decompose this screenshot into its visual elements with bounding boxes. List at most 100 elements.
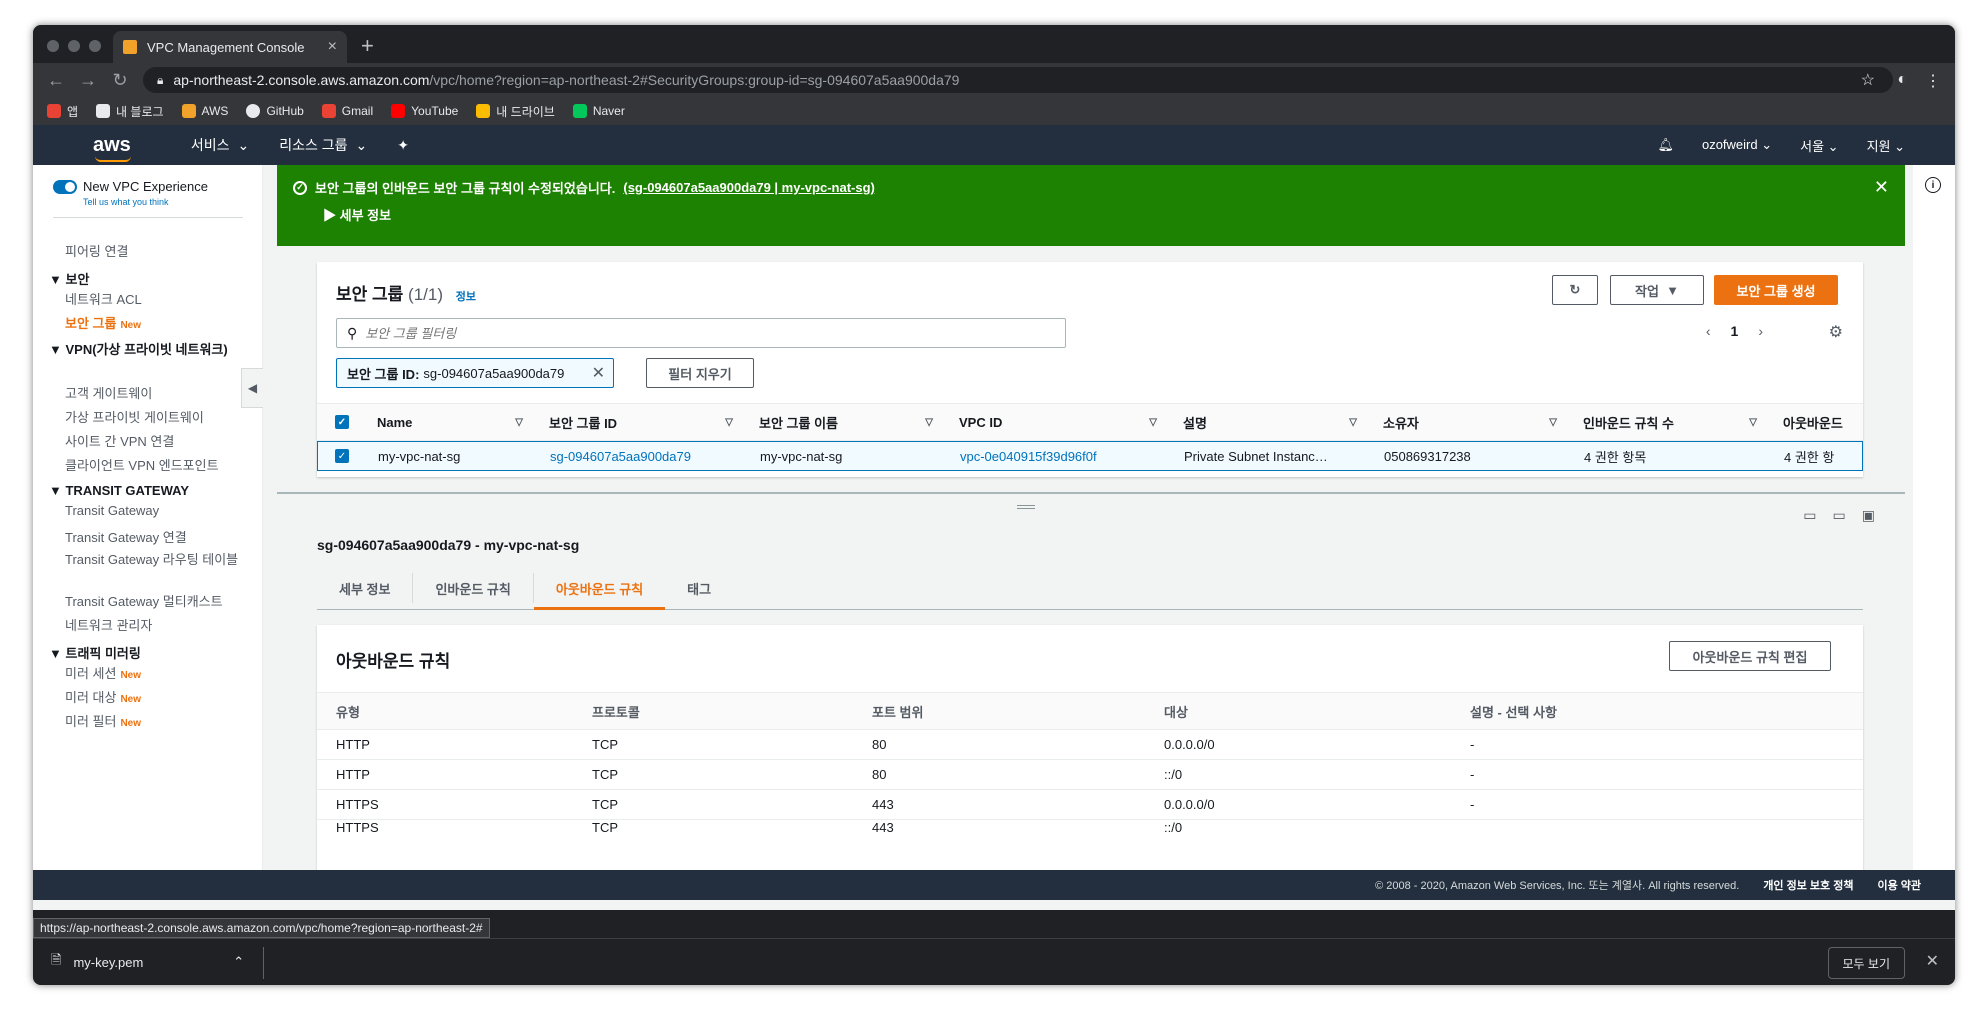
col-outbound-count[interactable]: 아웃바운드 <box>1771 404 1863 440</box>
sidebar-item-customer-gw[interactable]: 고객 게이트웨이 <box>65 383 152 402</box>
sidebar-item-mirror-filter[interactable]: 미러 필터 New <box>65 711 141 730</box>
select-all-checkbox[interactable]: ✓ <box>317 404 365 440</box>
cell-name: my-vpc-nat-sg <box>378 448 461 464</box>
chevron-up-icon[interactable]: ⌃ <box>233 954 244 970</box>
remove-filter-icon[interactable]: ✕ <box>592 363 605 383</box>
bookmark-aws[interactable]: AWS <box>181 104 228 118</box>
bookmark-star-icon[interactable]: ☆ <box>1861 70 1875 90</box>
page-number[interactable]: 1 <box>1731 323 1739 339</box>
sidebar-item-peering[interactable]: 피어링 연결 <box>65 241 128 260</box>
back-icon[interactable]: ← <box>47 70 65 91</box>
table-row: HTTP TCP 80 0.0.0.0/0 - <box>317 730 1863 760</box>
sidebar-item-tgw-attach[interactable]: Transit Gateway 연결 <box>65 527 187 546</box>
tab-tags[interactable]: 태그 <box>665 573 733 603</box>
gear-icon[interactable]: ⚙ <box>1829 322 1843 342</box>
sidebar-section-mirroring[interactable]: ▼ 트래픽 미러링 <box>49 643 141 662</box>
col-inbound-count[interactable]: 인바운드 규칙 수 ▽ <box>1571 404 1771 440</box>
feedback-link[interactable]: Tell us what you think <box>83 197 169 207</box>
sg-filter-search[interactable]: ⚲ <box>336 318 1066 348</box>
new-vpc-toggle[interactable]: New VPC Experience <box>53 179 208 194</box>
cell-vpc-id-link[interactable]: vpc-0e040915f39d96f0f <box>948 442 1172 470</box>
aws-logo[interactable]: aws <box>93 134 131 162</box>
menu-icon[interactable]: ⋮ <box>1925 71 1941 91</box>
tab-inbound-rules[interactable]: 인바운드 규칙 <box>413 573 534 603</box>
show-all-downloads-button[interactable]: 모두 보기 <box>1827 947 1905 979</box>
table-row[interactable]: ✓ my-vpc-nat-sg sg-094607a5aa900da79 my-… <box>317 441 1863 471</box>
layout-side-icon[interactable]: ▭ <box>1833 507 1846 524</box>
layout-full-icon[interactable]: ▣ <box>1862 507 1875 524</box>
terms-link[interactable]: 이용 약관 <box>1877 877 1921 893</box>
tab-details[interactable]: 세부 정보 <box>317 573 414 603</box>
col-owner[interactable]: 소유자 ▽ <box>1371 404 1571 440</box>
sidebar-item-mirror-target[interactable]: 미러 대상 New <box>65 687 141 706</box>
sidebar-item-network-manager[interactable]: 네트워크 관리자 <box>65 615 152 634</box>
split-panel-divider[interactable] <box>277 492 1905 494</box>
browser-tab[interactable]: VPC Management Console × <box>113 31 347 63</box>
drag-handle-icon[interactable] <box>1017 505 1035 509</box>
extension-icon[interactable]: ◐ <box>1897 71 1907 91</box>
actions-button[interactable]: 작업 ▼ <box>1610 275 1704 305</box>
sidebar-item-site-vpn[interactable]: 사이트 간 VPN 연결 <box>65 431 174 450</box>
info-icon[interactable]: i <box>1925 177 1941 193</box>
privacy-link[interactable]: 개인 정보 보호 정책 <box>1763 877 1853 893</box>
flash-details-toggle[interactable]: ▶ 세부 정보 <box>323 205 1905 224</box>
flash-sg-link[interactable]: (sg-094607a5aa900da79 | my-vpc-nat-sg) <box>623 180 875 195</box>
col-name[interactable]: Name ▽ <box>365 404 537 440</box>
region-menu[interactable]: 서울 ⌄ <box>1800 136 1838 155</box>
sidebar-section-vpn[interactable]: ▼ VPN(가상 프라이빗 네트워크) <box>49 341 249 359</box>
reload-icon[interactable]: ↻ <box>111 70 129 91</box>
close-downloads-icon[interactable]: ✕ <box>1926 951 1939 971</box>
resource-groups-menu[interactable]: 리소스 그룹 ⌄ <box>279 135 367 155</box>
sg-filter-input[interactable] <box>365 325 1016 341</box>
sidebar-section-security[interactable]: ▼ 보안 <box>49 269 89 288</box>
toggle-switch[interactable] <box>53 179 77 194</box>
bookmark-naver[interactable]: Naver <box>572 104 625 118</box>
sidebar-item-security-group[interactable]: 보안 그룹 New <box>65 313 141 332</box>
minimize-window-button[interactable] <box>68 40 80 52</box>
bookmark-gmail[interactable]: Gmail <box>321 104 373 118</box>
clear-filters-button[interactable]: 필터 지우기 <box>646 358 754 388</box>
address-bar[interactable]: 🔒︎ ap-northeast-2.console.aws.amazon.com… <box>143 67 1893 93</box>
maximize-window-button[interactable] <box>89 40 101 52</box>
bookmark-apps[interactable]: 앱 <box>47 103 78 120</box>
close-flash-icon[interactable]: ✕ <box>1874 177 1889 198</box>
download-item[interactable]: 🗎 my-key.pem ⌃ <box>51 951 244 973</box>
col-description[interactable]: 설명 ▽ <box>1171 404 1371 440</box>
bookmark-github[interactable]: GitHub <box>246 104 304 118</box>
row-checkbox[interactable]: ✓ <box>318 442 366 470</box>
sidebar-item-tgw-route[interactable]: Transit Gateway 라우팅 테이블 <box>65 551 245 569</box>
edit-outbound-rules-button[interactable]: 아웃바운드 규칙 편집 <box>1669 641 1831 671</box>
sidebar-item-network-acl[interactable]: 네트워크 ACL <box>65 289 142 308</box>
pin-icon[interactable]: ✦ <box>397 137 409 154</box>
sidebar-section-tgw[interactable]: ▼ TRANSIT GATEWAY <box>49 483 189 498</box>
info-link[interactable]: 정보 <box>456 291 476 303</box>
sidebar-item-client-vpn[interactable]: 클라이언트 VPN 엔드포인트 <box>65 455 219 474</box>
sidebar-item-mirror-session[interactable]: 미러 세션 New <box>65 663 141 682</box>
col-sg-id[interactable]: 보안 그룹 ID ▽ <box>537 404 747 440</box>
sidebar-item-tgw[interactable]: Transit Gateway <box>65 503 159 518</box>
col-sg-name[interactable]: 보안 그룹 이름 ▽ <box>747 404 947 440</box>
sidebar-item-tgw-multicast[interactable]: Transit Gateway 멀티캐스트 <box>65 591 223 610</box>
col-vpc-id[interactable]: VPC ID ▽ <box>947 404 1171 440</box>
create-sg-button[interactable]: 보안 그룹 생성 <box>1714 275 1838 305</box>
close-window-button[interactable] <box>47 40 59 52</box>
prev-page-icon[interactable]: ‹ <box>1706 323 1711 339</box>
user-menu[interactable]: ozofweird ⌄ <box>1702 137 1772 153</box>
bookmark-youtube[interactable]: YouTube <box>391 104 458 118</box>
layout-bottom-icon[interactable]: ▭ <box>1803 507 1816 524</box>
services-menu[interactable]: 서비스 ⌄ <box>191 135 249 155</box>
bell-icon[interactable]: 🔔︎ <box>1657 137 1674 153</box>
collapse-sidebar-button[interactable]: ◀ <box>241 368 263 408</box>
cell-type: HTTP <box>336 767 370 782</box>
close-tab-icon[interactable]: × <box>328 38 337 56</box>
bookmark-blog[interactable]: 내 블로그 <box>96 103 164 120</box>
sidebar-item-vpg[interactable]: 가상 프라이빗 게이트웨이 <box>65 407 204 426</box>
cell-sg-id-link[interactable]: sg-094607a5aa900da79 <box>538 442 748 470</box>
bookmark-drive[interactable]: 내 드라이브 <box>476 103 555 120</box>
refresh-button[interactable]: ↻ <box>1552 275 1598 305</box>
new-tab-icon[interactable]: + <box>361 33 374 59</box>
support-menu[interactable]: 지원 ⌄ <box>1867 136 1905 155</box>
next-page-icon[interactable]: › <box>1758 323 1763 339</box>
tab-outbound-rules[interactable]: 아웃바운드 규칙 <box>533 565 666 610</box>
forward-icon[interactable]: → <box>79 70 97 91</box>
